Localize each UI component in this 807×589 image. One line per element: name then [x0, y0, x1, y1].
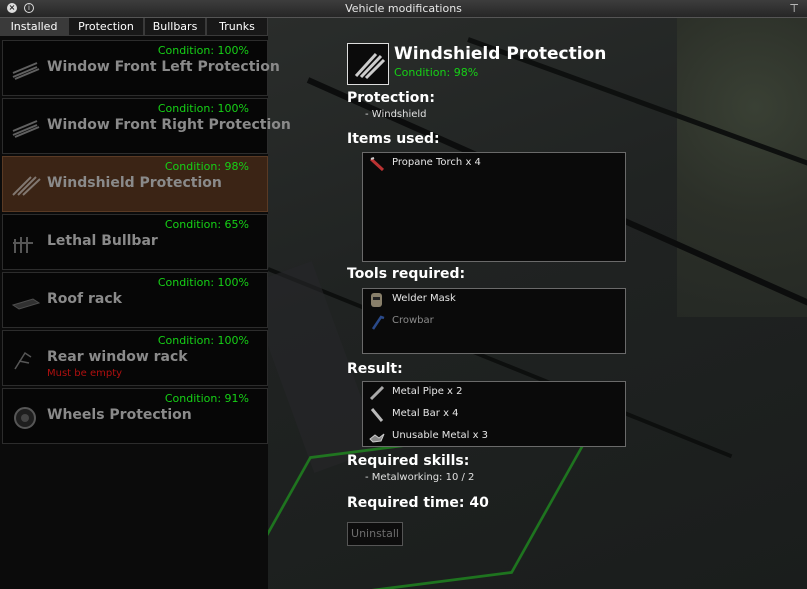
wheel-protection-icon: [14, 407, 36, 429]
metal-bar-icon: [370, 408, 384, 422]
list-item[interactable]: Condition: 100% Window Front Left Protec…: [2, 40, 280, 96]
window-title-bar[interactable]: × i Vehicle modifications ⊤: [0, 0, 807, 18]
tab-installed[interactable]: Installed: [0, 18, 68, 36]
window-protection-icon: [12, 120, 40, 138]
tab-protection[interactable]: Protection: [68, 18, 144, 36]
part-name: Lethal Bullbar: [47, 233, 158, 249]
required-skills-heading: Required skills:: [347, 453, 470, 469]
list-item-selected[interactable]: Condition: 98% Windshield Protection: [2, 156, 268, 212]
result-heading: Result:: [347, 361, 403, 377]
condition-label: Condition: 98%: [164, 160, 249, 173]
window-title: Vehicle modifications: [345, 2, 462, 15]
installed-parts-list: Condition: 100% Window Front Left Protec…: [2, 40, 291, 446]
roof-rack-icon: [11, 298, 41, 310]
required-skills-value: - Metalworking: 10 / 2: [365, 472, 475, 483]
tab-trunks[interactable]: Trunks: [206, 18, 268, 36]
condition-label: Condition: 100%: [157, 276, 249, 289]
condition-label: Condition: 100%: [157, 44, 249, 57]
window-protection-icon: [12, 62, 40, 80]
list-item[interactable]: Condition: 100% Roof rack: [2, 272, 268, 328]
detail-title: Windshield Protection: [394, 44, 607, 64]
propane-torch-icon: [369, 157, 385, 172]
welder-mask-icon: [371, 293, 382, 307]
crowbar-icon: [371, 315, 385, 330]
tools-required-heading: Tools required:: [347, 266, 466, 282]
list-item[interactable]: Condition: 91% Wheels Protection: [2, 388, 268, 444]
condition-label: Condition: 100%: [157, 102, 249, 115]
protection-value: - Windshield: [365, 109, 427, 120]
warning-text: Must be empty: [47, 368, 123, 379]
rear-rack-icon: [14, 351, 32, 370]
condition-label: Condition: 100%: [157, 334, 249, 347]
bullbar-icon: [13, 237, 33, 253]
windshield-protection-icon: [12, 176, 41, 196]
tab-bar: Installed Protection Bullbars Trunks: [0, 18, 268, 36]
selected-part-icon: [347, 43, 389, 85]
required-time: Required time: 40: [347, 495, 489, 511]
list-item[interactable]: Condition: 100% Rear window rack Must be…: [2, 330, 268, 386]
result-box: Metal Pipe x 2 Metal Bar x 4 Unusable Me…: [362, 381, 626, 447]
list-item: Metal Pipe x 2: [363, 382, 625, 404]
part-name: Rear window rack: [47, 349, 188, 365]
detail-condition: Condition: 98%: [394, 66, 479, 79]
part-name: Window Front Left Protection: [47, 59, 280, 75]
windshield-protection-icon: [354, 52, 386, 80]
unusable-metal-icon: [369, 433, 385, 443]
list-item: Propane Torch x 4: [363, 153, 625, 175]
items-used-box: Propane Torch x 4: [362, 152, 626, 262]
list-item[interactable]: Condition: 100% Window Front Right Prote…: [2, 98, 291, 154]
pin-icon[interactable]: ⊤: [789, 2, 799, 15]
items-used-heading: Items used:: [347, 131, 440, 147]
part-name: Roof rack: [47, 291, 122, 307]
parts-panel: Installed Protection Bullbars Trunks Con…: [0, 18, 291, 589]
list-item: Welder Mask: [363, 289, 625, 311]
part-name: Window Front Right Protection: [47, 117, 291, 133]
tab-bullbars[interactable]: Bullbars: [144, 18, 206, 36]
condition-label: Condition: 91%: [164, 392, 249, 405]
list-item: Unusable Metal x 3: [363, 426, 625, 448]
tools-required-box: Welder Mask Crowbar: [362, 288, 626, 354]
condition-label: Condition: 65%: [164, 218, 249, 231]
list-item: Metal Bar x 4: [363, 404, 625, 426]
metal-pipe-icon: [369, 385, 385, 401]
part-name: Wheels Protection: [47, 407, 192, 423]
part-name: Windshield Protection: [47, 175, 222, 191]
list-item: Crowbar: [363, 311, 625, 333]
protection-heading: Protection:: [347, 90, 435, 106]
uninstall-button[interactable]: Uninstall: [347, 522, 403, 546]
list-item[interactable]: Condition: 65% Lethal Bullbar: [2, 214, 268, 270]
